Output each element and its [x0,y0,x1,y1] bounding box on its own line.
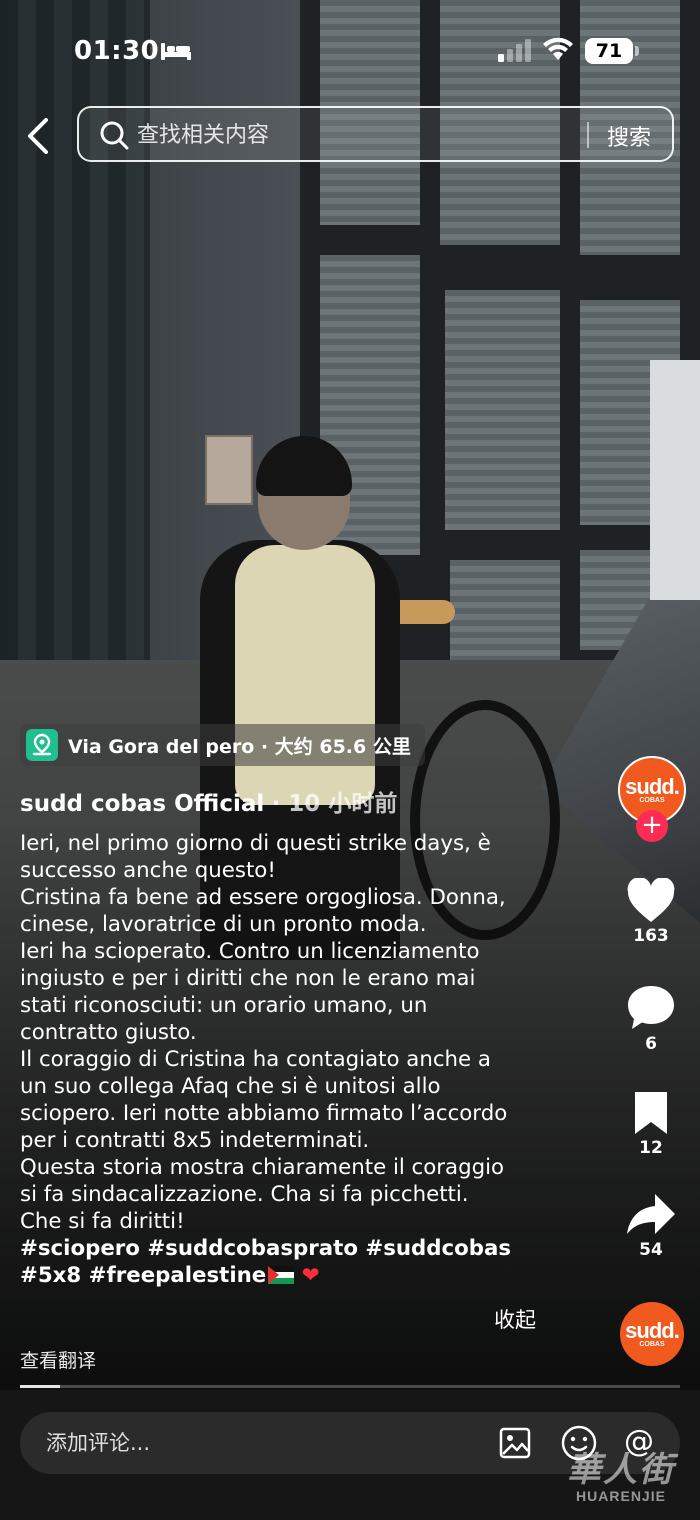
caption-line: Cristina fa bene ad essere orgogliosa. D… [20,885,506,910]
follow-button[interactable]: + [636,810,668,842]
music-disc[interactable]: sudd. COBAS [620,1302,684,1366]
scene-mailbox [205,435,253,505]
caption-line: stati riconosciuti: un orario umano, un [20,993,428,1018]
author-line: sudd cobas Official · 10 小时前 [20,784,397,818]
signal-icon [498,39,531,62]
caption-line: per i contratti 8x5 indeterminati. [20,1128,370,1153]
share-count: 54 [639,1240,663,1260]
bookmark-icon [635,1092,667,1134]
music-disc-logo: sudd. [625,1317,680,1343]
post-time: · 10 小时前 [271,791,398,817]
save-button[interactable]: 12 [616,1090,686,1158]
comment-count: 6 [645,1034,657,1054]
wifi-icon [543,37,573,60]
caption-lines: Ieri, nel primo giorno di questi strike … [20,830,600,1235]
music-disc-sub: COBAS [639,1340,665,1348]
watermark-en: HUARENJIE [576,1488,666,1504]
caption-line: cinese, lavoratrice di un pronto moda. [20,912,427,937]
image-icon[interactable] [498,1426,532,1460]
search-divider [587,122,589,148]
watermark-cn: 華人街 [567,1450,675,1490]
location-text: Via Gora del pero · 大约 65.6 公里 [68,735,411,758]
translate-button[interactable]: 查看翻译 [20,1346,96,1373]
share-arrow-icon [627,1194,675,1234]
video-progress-fill [20,1385,60,1388]
hashtags-line-1[interactable]: #sciopero #suddcobasprato #suddcobas [20,1235,600,1262]
caption-line: Che si fa diritti! [20,1209,185,1234]
hashtags-line-2[interactable]: #5x8 #freepalestine ❤ [20,1262,600,1289]
watermark: 華人街 HUARENJIE [548,1452,694,1504]
palestine-flag-icon [268,1266,295,1284]
bed-icon [161,43,191,60]
caption-line: Il coraggio di Cristina ha contagiato an… [20,1047,491,1072]
caption-line: Ieri, nel primo giorno di questi strike … [20,831,491,856]
search-icon [100,121,129,150]
back-button[interactable] [20,114,56,158]
comment-icon [628,986,674,1029]
location-chip[interactable]: Via Gora del pero · 大约 65.6 公里 [20,724,425,766]
hashtags-text[interactable]: #5x8 #freepalestine [20,1263,266,1288]
heart-icon [627,878,675,922]
status-time: 01:30 [74,36,160,66]
avatar-sub: COBAS [639,796,665,804]
avatar-logo: sudd. [625,773,680,799]
like-count: 163 [633,926,669,946]
battery-cap [635,46,639,56]
post-caption: Ieri, nel primo giorno di questi strike … [20,830,600,1289]
scene-panel [650,360,700,620]
caption-line: Questa storia mostra chiaramente il cora… [20,1155,505,1180]
comment-input[interactable] [46,1424,466,1462]
red-heart-icon: ❤ [301,1263,320,1288]
save-count: 12 [639,1138,663,1158]
author-name[interactable]: sudd cobas Official [20,791,264,817]
battery-icon: 71 [585,38,633,64]
search-input[interactable] [137,116,567,154]
status-bar: 01:30 71 [0,30,700,74]
scene-person-vest [235,545,375,805]
caption-line: contratto giusto. [20,1020,197,1045]
caption-line: un suo collega Afaq che si è unitosi all… [20,1074,441,1099]
search-button[interactable]: 搜索 [607,120,651,152]
map-pin-icon [26,729,58,761]
caption-line: successo anche questo! [20,858,276,883]
caption-line: sciopero. Ieri notte abbiamo firmato l’a… [20,1101,508,1126]
caption-line: si fa sindacalizzazione. Cha si fa picch… [20,1182,469,1207]
like-button[interactable]: 163 [616,878,686,946]
share-button[interactable]: 54 [616,1192,686,1260]
search-box[interactable]: 搜索 [77,106,674,162]
caption-line: ingiusto e per i diritti che non le eran… [20,966,476,991]
video-progress-bar[interactable] [20,1385,680,1388]
comment-button[interactable]: 6 [616,984,686,1054]
collapse-button[interactable]: 收起 [494,1304,536,1334]
caption-line: Ieri ha scioperato. Contro un licenziame… [20,939,480,964]
